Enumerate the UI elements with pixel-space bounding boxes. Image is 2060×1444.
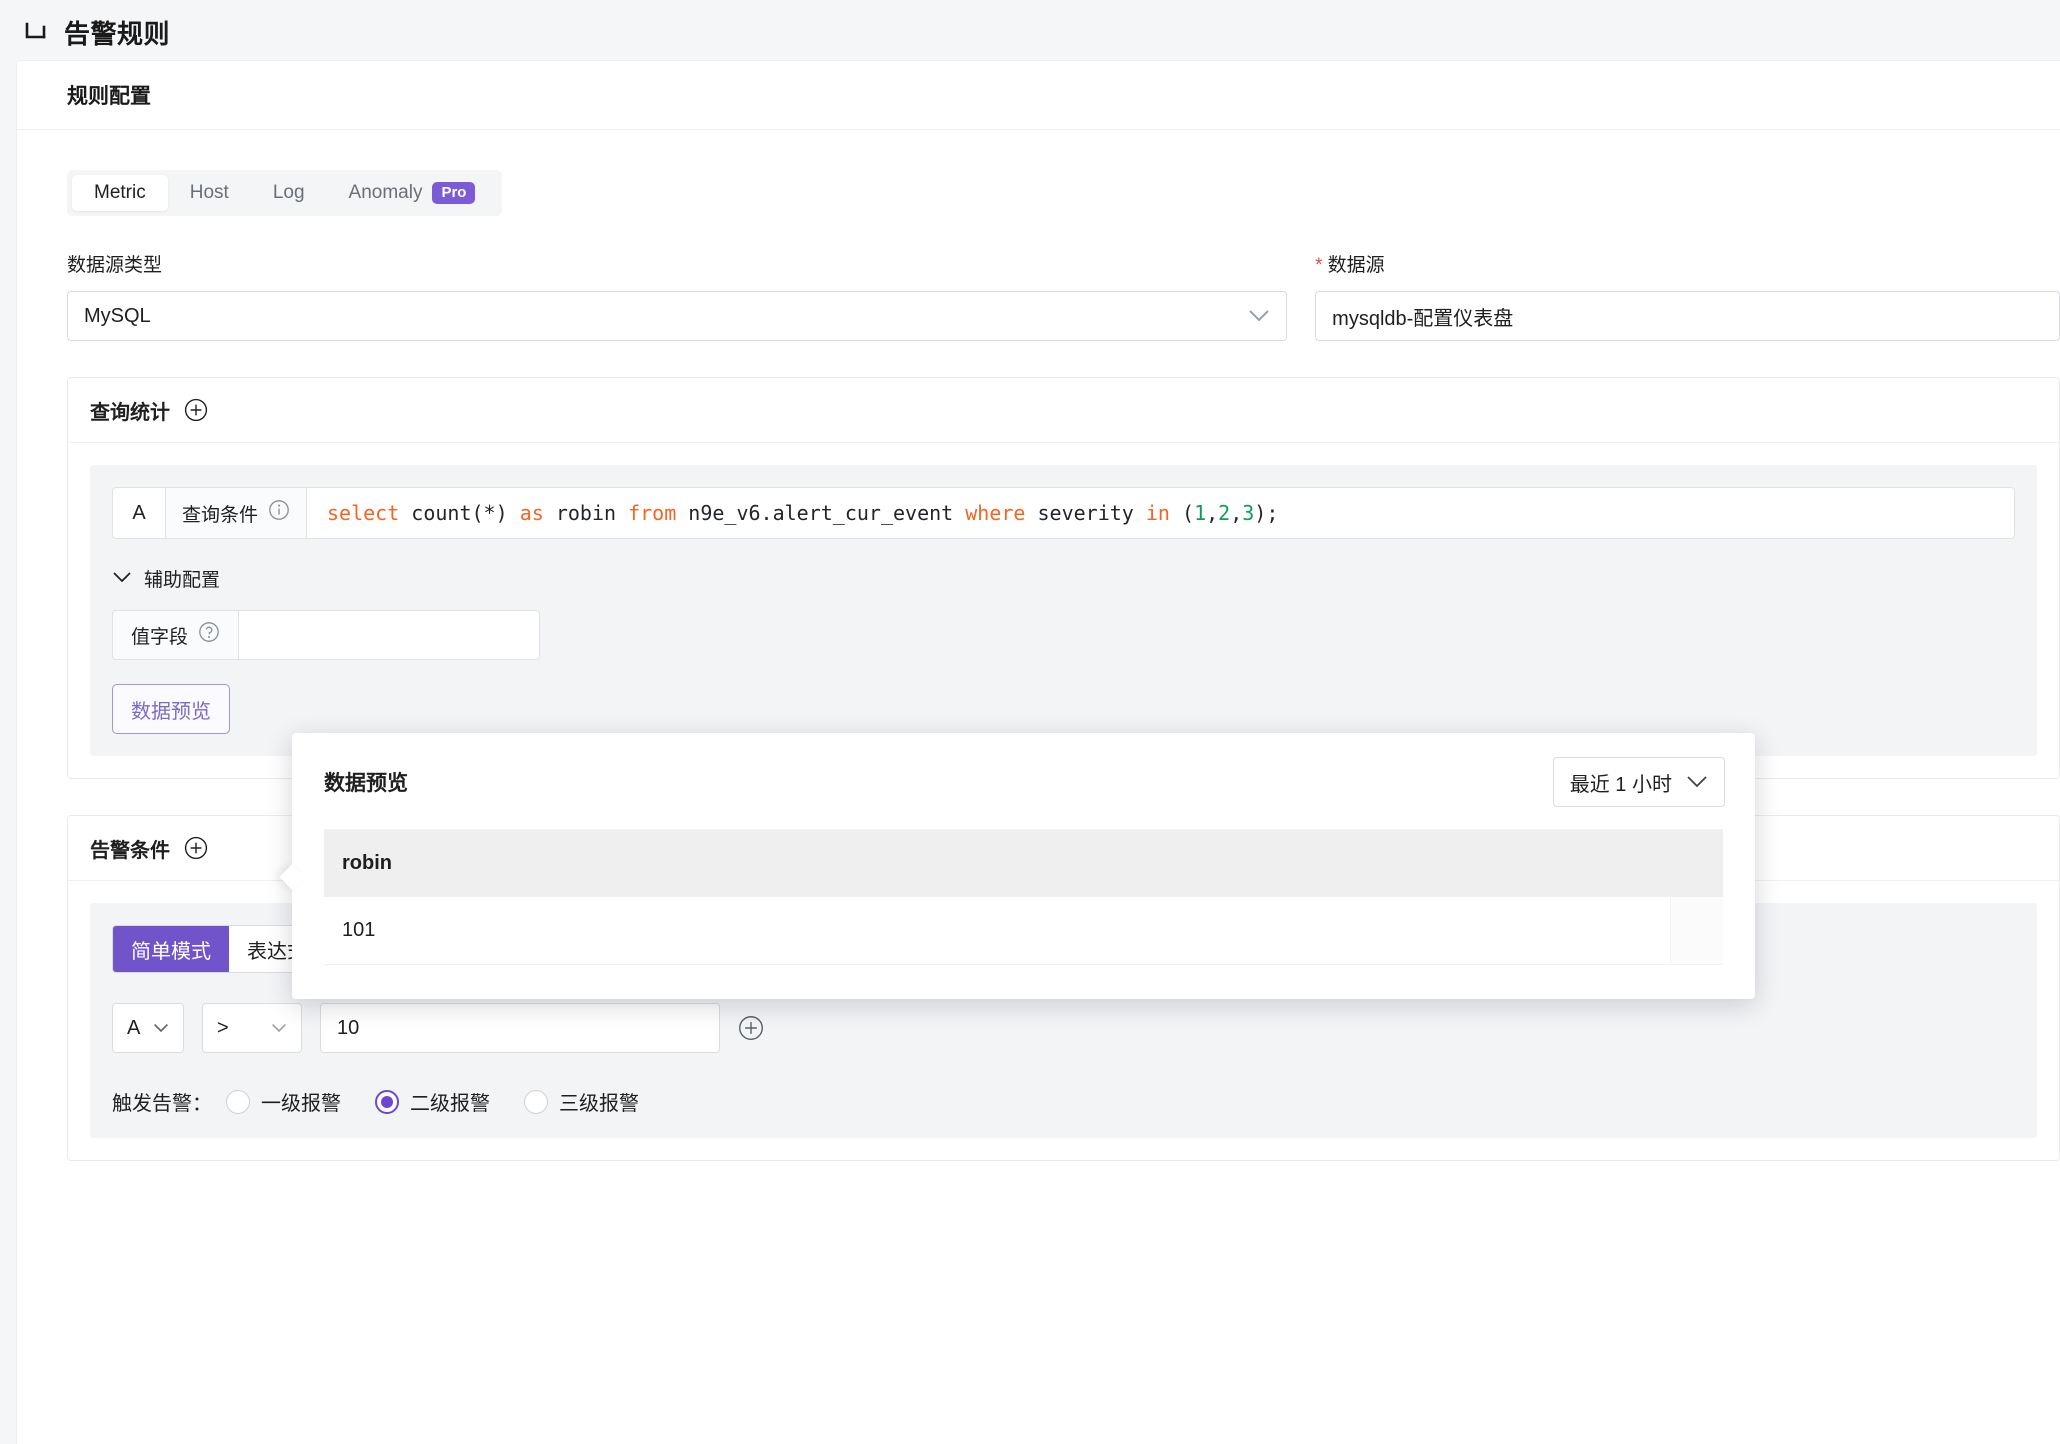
query-sql-text: select count(*) as robin from n9e_v6.ale…: [327, 501, 1279, 525]
condition-row: A >: [112, 1003, 2015, 1053]
popover-header: 数据预览 最近 1 小时: [292, 733, 1755, 829]
card-header-title: 规则配置: [17, 61, 2060, 130]
datasource-row: 数据源类型 MySQL * 数据源 mysqldb-配置仪表盘: [67, 250, 2060, 341]
popover-title: 数据预览: [324, 772, 408, 795]
pro-badge: Pro: [432, 181, 476, 205]
query-section: 查询统计 A 查询条件 select count(*) as robin fro…: [67, 377, 2060, 779]
plus-circle-icon[interactable]: [184, 398, 208, 422]
datasource-label-text: 数据源: [1327, 255, 1385, 276]
chevron-down-icon: [271, 1023, 287, 1034]
datasource-type-label: 数据源类型: [67, 255, 163, 276]
tab-log-label: Log: [272, 182, 305, 203]
back-arrow-icon[interactable]: [22, 17, 52, 47]
value-field-label: 值字段: [112, 610, 240, 660]
preview-column-header: robin: [342, 852, 392, 874]
tab-host-label: Host: [189, 182, 229, 203]
severity-option-1[interactable]: 一级报警: [226, 1087, 341, 1116]
condition-operator-value: >: [217, 1016, 229, 1039]
preview-table-header: robin: [324, 830, 1723, 897]
query-section-body: A 查询条件 select count(*) as robin from n9e…: [90, 465, 2037, 756]
query-section-header: 查询统计: [68, 378, 2059, 443]
question-circle-icon[interactable]: [198, 621, 220, 649]
tab-log[interactable]: Log: [251, 175, 327, 211]
preview-table: robin 101: [324, 829, 1723, 965]
query-condition-label-text: 查询条件: [182, 504, 259, 526]
datasource-type-value: MySQL: [84, 304, 151, 327]
datasource-select[interactable]: mysqldb-配置仪表盘: [1315, 291, 2060, 341]
datasource-label: * 数据源: [1315, 250, 2060, 277]
tab-metric-label: Metric: [94, 182, 146, 203]
condition-series-value: A: [127, 1016, 141, 1039]
datasource-type-field: 数据源类型 MySQL: [67, 250, 1288, 341]
tab-host[interactable]: Host: [168, 175, 251, 211]
info-circle-icon[interactable]: [268, 499, 290, 527]
query-sql-input[interactable]: select count(*) as robin from n9e_v6.ale…: [307, 487, 2015, 539]
mode-simple[interactable]: 简单模式: [113, 926, 229, 972]
time-range-select[interactable]: 最近 1 小时: [1552, 757, 1725, 807]
rule-type-tabs: Metric Host Log Anomaly Pro: [67, 170, 503, 216]
severity-option-1-label: 一级报警: [261, 1093, 341, 1115]
chevron-down-icon: [153, 1023, 169, 1034]
page-title: 告警规则: [64, 18, 171, 49]
datasource-field: * 数据源 mysqldb-配置仪表盘: [1315, 250, 2060, 341]
preview-cell-filler: [1671, 897, 1723, 964]
tab-metric[interactable]: Metric: [72, 175, 168, 211]
radio-icon-checked: [375, 1089, 399, 1114]
preview-cell: 101: [324, 897, 1671, 964]
value-field-input[interactable]: [239, 610, 541, 660]
alert-rule-page: 告警规则 规则配置 Metric Host Log Anomaly Pro 数据…: [0, 0, 2060, 1444]
chevron-down-icon: [1248, 309, 1270, 323]
condition-operator-select[interactable]: >: [202, 1003, 302, 1053]
plus-circle-icon[interactable]: [184, 836, 208, 860]
query-section-title: 查询统计: [90, 401, 170, 424]
table-row: 101: [324, 897, 1723, 965]
query-row: A 查询条件 select count(*) as robin from n9e…: [112, 487, 2015, 539]
query-condition-label: 查询条件: [166, 487, 308, 539]
query-ref-badge: A: [112, 487, 166, 539]
severity-option-2[interactable]: 二级报警: [375, 1087, 490, 1116]
alert-condition-title: 告警条件: [90, 839, 170, 862]
severity-option-2-label: 二级报警: [410, 1093, 490, 1115]
severity-option-3-label: 三级报警: [559, 1093, 639, 1115]
trigger-severity-label: 触发告警：: [112, 1093, 212, 1115]
datasource-value: mysqldb-配置仪表盘: [1332, 307, 1514, 330]
value-field-row: 值字段: [112, 610, 2015, 660]
tab-anomaly-label: Anomaly: [348, 182, 423, 203]
add-condition-icon[interactable]: [738, 1015, 764, 1041]
datasource-type-select[interactable]: MySQL: [67, 291, 1288, 341]
aux-config-toggle[interactable]: 辅助配置: [112, 565, 2015, 592]
trigger-severity-row: 触发告警： 一级报警 二级报警 三级报警: [112, 1087, 2015, 1116]
tab-anomaly[interactable]: Anomaly Pro: [327, 175, 498, 211]
value-field-label-text: 值字段: [131, 626, 189, 648]
card-body: Metric Host Log Anomaly Pro 数据源类型 MySQL …: [17, 130, 2060, 1161]
condition-threshold-input[interactable]: [320, 1003, 720, 1053]
data-preview-popover: 数据预览 最近 1 小时 robin 101: [279, 733, 1755, 999]
data-preview-button[interactable]: 数据预览: [112, 684, 230, 734]
condition-series-select[interactable]: A: [112, 1003, 184, 1053]
radio-icon: [524, 1089, 548, 1114]
required-asterisk: *: [1315, 255, 1323, 276]
page-topbar: 告警规则: [0, 0, 2060, 64]
chevron-down-icon: [1686, 775, 1708, 789]
chevron-down-icon: [112, 568, 132, 590]
aux-config-label: 辅助配置: [144, 570, 221, 591]
severity-option-3[interactable]: 三级报警: [524, 1087, 639, 1116]
time-range-value: 最近 1 小时: [1569, 773, 1672, 796]
radio-icon: [226, 1089, 250, 1114]
